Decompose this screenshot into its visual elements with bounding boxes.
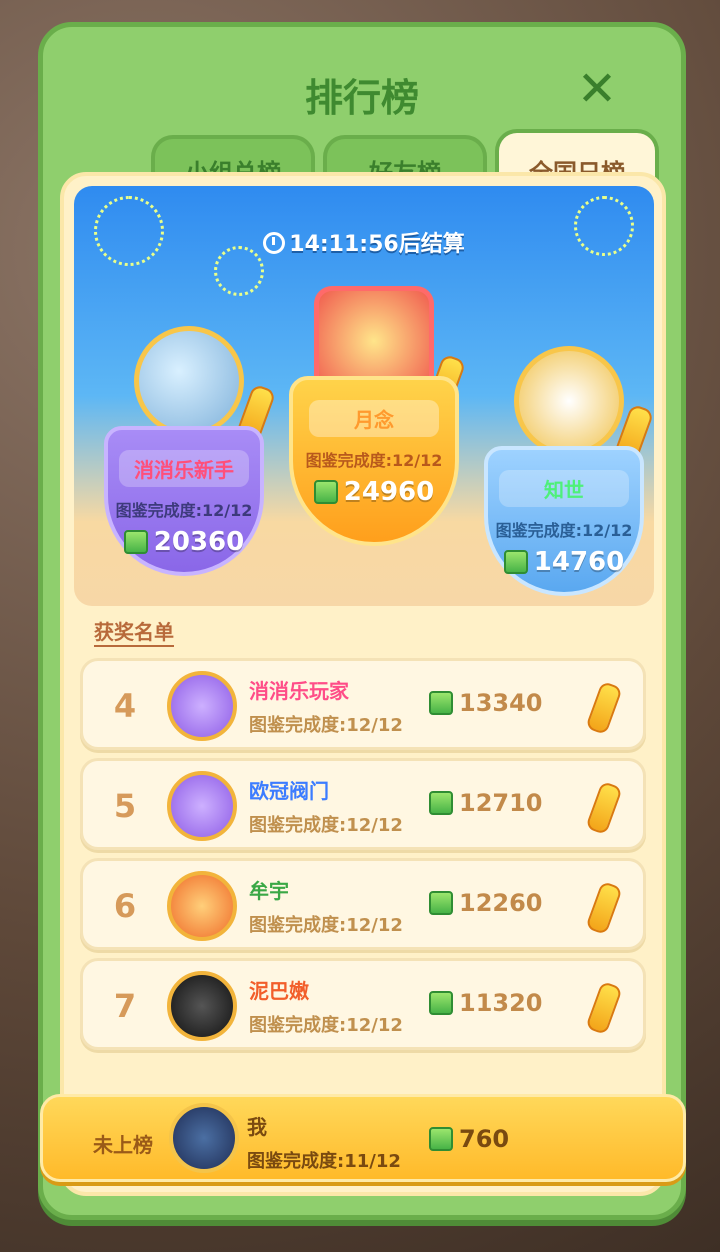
scroll-icon[interactable] <box>585 980 623 1036</box>
rank-list: 4 消消乐玩家 图鉴完成度:12/12 13340 5 欧冠阀门 图鉴完成度:1… <box>80 658 646 1058</box>
clock-icon <box>263 232 286 254</box>
rank-number: 7 <box>113 987 137 1025</box>
gem-icon <box>429 691 453 715</box>
avatar[interactable] <box>514 346 624 456</box>
rank-number: 5 <box>113 787 137 825</box>
collection-progress: 图鉴完成度:12/12 <box>495 521 633 540</box>
avatar[interactable] <box>134 326 244 436</box>
score: 12260 <box>429 889 543 917</box>
list-item[interactable]: 5 欧冠阀门 图鉴完成度:12/12 12710 <box>80 758 646 850</box>
rank-number: 6 <box>113 887 137 925</box>
leaderboard-content: 14:11:56后结算 消消乐新手 图鉴完成度:12/12 20360 月念 图… <box>60 172 666 1196</box>
scroll-icon[interactable] <box>585 680 623 736</box>
self-status: 未上榜 <box>93 1133 153 1157</box>
player-name: 知世 <box>499 470 629 507</box>
gem-icon <box>123 530 148 554</box>
self-rank-bar: 未上榜 我 图鉴完成度:11/12 760 <box>40 1094 686 1182</box>
scroll-icon[interactable] <box>585 780 623 836</box>
list-item[interactable]: 7 泥巴嫩 图鉴完成度:12/12 11320 <box>80 958 646 1050</box>
close-icon: ✕ <box>576 61 618 117</box>
collection-progress: 图鉴完成度:12/12 <box>249 1015 403 1036</box>
gem-icon <box>429 791 453 815</box>
score: 13340 <box>429 689 543 717</box>
avatar[interactable] <box>167 771 237 841</box>
player-name: 牟宇 <box>249 879 289 903</box>
podium-second: 消消乐新手 图鉴完成度:12/12 20360 <box>104 426 264 576</box>
gem-icon <box>313 480 338 504</box>
collection-progress: 图鉴完成度:11/12 <box>247 1151 401 1172</box>
score: 20360 <box>108 527 260 557</box>
player-name: 月念 <box>309 400 439 437</box>
score: 14760 <box>488 547 640 577</box>
list-item[interactable]: 6 牟宇 图鉴完成度:12/12 12260 <box>80 858 646 950</box>
avatar[interactable] <box>167 871 237 941</box>
score: 24960 <box>293 477 455 507</box>
player-name: 消消乐新手 <box>119 450 249 487</box>
collection-progress: 图鉴完成度:12/12 <box>249 715 403 736</box>
player-name: 欧冠阀门 <box>249 779 329 803</box>
settle-timer: 14:11:56后结算 <box>74 226 654 258</box>
gem-icon <box>503 550 528 574</box>
scroll-icon[interactable] <box>585 880 623 936</box>
score: 760 <box>429 1125 509 1153</box>
gem-icon <box>429 891 453 915</box>
winners-list-link[interactable]: 获奖名单 <box>94 616 174 647</box>
player-name: 我 <box>247 1115 267 1139</box>
avatar[interactable] <box>169 1103 239 1173</box>
podium-area: 14:11:56后结算 消消乐新手 图鉴完成度:12/12 20360 月念 图… <box>74 186 654 606</box>
close-button[interactable]: ✕ <box>575 65 619 113</box>
podium-third: 知世 图鉴完成度:12/12 14760 <box>484 446 644 596</box>
podium-first: 月念 图鉴完成度:12/12 24960 <box>289 376 459 546</box>
collection-progress: 图鉴完成度:12/12 <box>305 451 443 470</box>
score: 11320 <box>429 989 543 1017</box>
collection-progress: 图鉴完成度:12/12 <box>249 815 403 836</box>
avatar[interactable] <box>167 971 237 1041</box>
collection-progress: 图鉴完成度:12/12 <box>115 501 253 520</box>
score: 12710 <box>429 789 543 817</box>
player-name: 消消乐玩家 <box>249 679 349 703</box>
player-name: 泥巴嫩 <box>249 979 309 1003</box>
list-item[interactable]: 4 消消乐玩家 图鉴完成度:12/12 13340 <box>80 658 646 750</box>
rank-number: 4 <box>113 687 137 725</box>
gem-icon <box>429 991 453 1015</box>
collection-progress: 图鉴完成度:12/12 <box>249 915 403 936</box>
avatar[interactable] <box>167 671 237 741</box>
gem-icon <box>429 1127 453 1151</box>
